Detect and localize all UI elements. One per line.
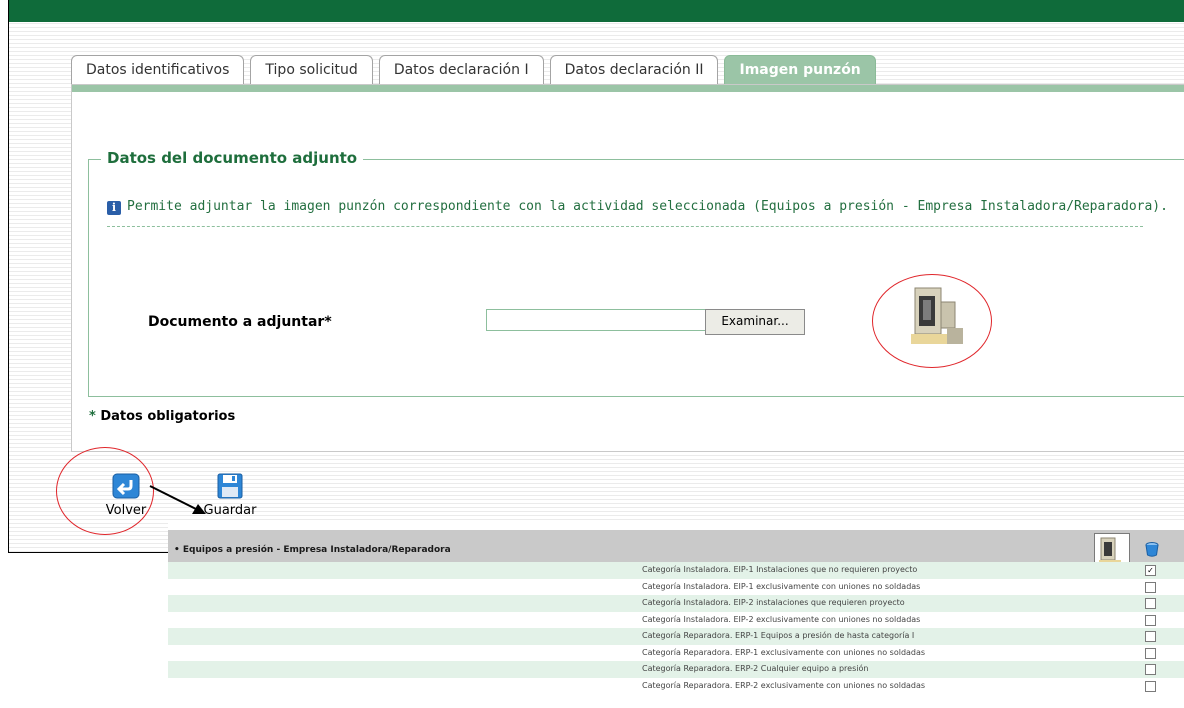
required-asterisk: * xyxy=(324,314,332,330)
tab-datos-declaracion-ii[interactable]: Datos declaración II xyxy=(549,55,719,84)
document-label: Documento a adjuntar* xyxy=(148,314,332,330)
bucket-icon[interactable] xyxy=(1144,540,1160,558)
document-path-input[interactable] xyxy=(486,309,706,331)
activity-table: • Equipos a presión - Empresa Instalador… xyxy=(168,522,1184,708)
row-label: Categoría Instaladora. EIP-2 exclusivame… xyxy=(642,614,921,624)
required-note-mark: * xyxy=(89,409,96,424)
row-checkbox[interactable] xyxy=(1145,647,1156,659)
table-row: Categoría Instaladora. EIP-2 instalacion… xyxy=(168,595,1184,612)
table-title: • Equipos a presión - Empresa Instalador… xyxy=(174,545,451,555)
panel-stripe xyxy=(72,85,1184,92)
row-label: Categoría Instaladora. EIP-1 Instalacion… xyxy=(642,565,918,574)
table-row: Categoría Reparadora. ERP-1 Equipos a pr… xyxy=(168,628,1184,645)
table-row: Categoría Reparadora. ERP-2 Cualquier eq… xyxy=(168,661,1184,678)
annotation-arrow xyxy=(149,485,206,514)
document-label-text: Documento a adjuntar xyxy=(148,314,325,330)
tab-datos-identificativos[interactable]: Datos identificativos xyxy=(71,55,245,84)
info-icon: i xyxy=(107,201,121,215)
row-checkbox[interactable] xyxy=(1145,664,1156,675)
annotation-circle-back xyxy=(56,447,154,535)
tab-datos-declaracion-i[interactable]: Datos declaración I xyxy=(378,55,544,84)
row-checkbox[interactable] xyxy=(1145,598,1156,609)
table-row: Categoría Instaladora. EIP-2 exclusivame… xyxy=(168,612,1184,629)
required-note: * Datos obligatorios xyxy=(89,409,235,424)
info-message: i Permite adjuntar la imagen punzón corre… xyxy=(107,196,1168,227)
row-label: Categoría Instaladora. EIP-2 instalacion… xyxy=(642,598,905,607)
row-label: Categoría Reparadora. ERP-2 exclusivamen… xyxy=(642,680,926,690)
table-rows: Categoría Instaladora. EIP-1 Instalacion… xyxy=(168,562,1184,694)
tab-tipo-solicitud[interactable]: Tipo solicitud xyxy=(250,55,373,84)
tab-imagen-punzon[interactable]: Imagen punzón xyxy=(724,55,876,84)
row-checkbox[interactable] xyxy=(1145,680,1156,692)
tab-bar: Datos identificativos Tipo solicitud Dat… xyxy=(71,55,882,85)
row-label: Categoría Instaladora. EIP-1 exclusivame… xyxy=(642,581,921,591)
section-legend: Datos del documento adjunto xyxy=(101,149,364,167)
browse-button[interactable]: Examinar... xyxy=(705,309,805,335)
application-frame: Datos identificativos Tipo solicitud Dat… xyxy=(8,0,1184,553)
table-row: Categoría Instaladora. EIP-1 exclusivame… xyxy=(168,579,1184,596)
tab-panel: Datos del documento adjunto i Permite adj… xyxy=(71,84,1184,452)
table-title-text: Equipos a presión - Empresa Instaladora/… xyxy=(182,545,451,555)
required-note-text: Datos obligatorios xyxy=(100,409,236,424)
row-checkbox[interactable] xyxy=(1145,614,1156,626)
top-bar xyxy=(9,0,1184,22)
document-fieldset: Datos del documento adjunto i Permite adj… xyxy=(88,149,1184,397)
table-row: Categoría Instaladora. EIP-1 Instalacion… xyxy=(168,562,1184,579)
table-row: Categoría Reparadora. ERP-1 exclusivamen… xyxy=(168,645,1184,662)
row-checkbox[interactable] xyxy=(1145,581,1156,593)
info-text: Permite adjuntar la imagen punzón corres… xyxy=(127,199,1168,214)
floppy-disk-icon xyxy=(217,473,243,499)
table-row: Categoría Reparadora. ERP-2 exclusivamen… xyxy=(168,678,1184,695)
save-label: Guardar xyxy=(203,503,257,518)
row-checkbox[interactable] xyxy=(1145,631,1156,642)
annotation-circle-image xyxy=(872,274,992,368)
row-label: Categoría Reparadora. ERP-1 exclusivamen… xyxy=(642,647,926,657)
row-label: Categoría Reparadora. ERP-1 Equipos a pr… xyxy=(642,631,915,640)
row-checkbox[interactable]: ✓ xyxy=(1145,565,1156,576)
row-label: Categoría Reparadora. ERP-2 Cualquier eq… xyxy=(642,664,869,673)
